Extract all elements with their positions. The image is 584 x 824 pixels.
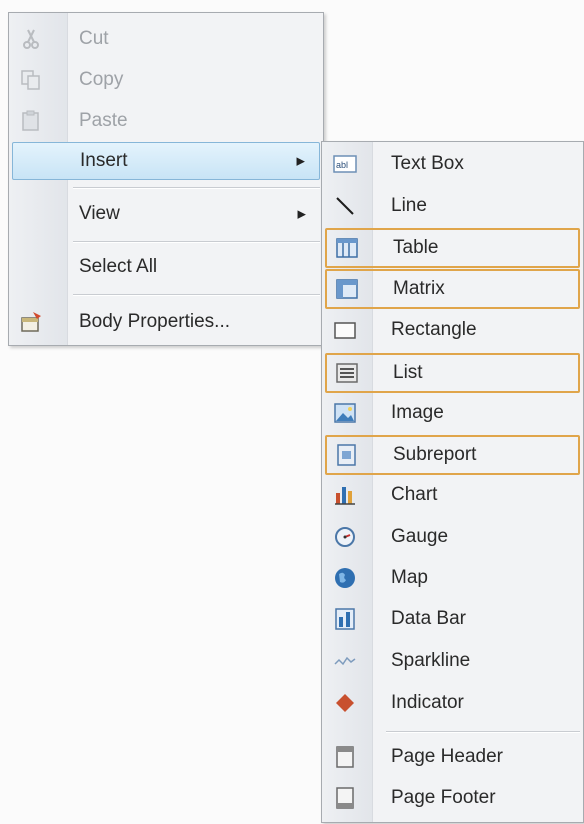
menu-item-view[interactable]: View ▶ xyxy=(12,196,320,232)
submenu-item-label: Sparkline xyxy=(391,650,471,671)
chart-icon xyxy=(335,487,355,505)
submenu-item-label: Page Header xyxy=(391,746,503,767)
submenu-item-label: Chart xyxy=(391,484,438,505)
submenu-item-label: Line xyxy=(391,195,427,216)
submenu-item-label: Indicator xyxy=(391,692,464,713)
image-icon xyxy=(334,403,356,423)
context-menu: Cut Copy Paste Insert ▶ View ▶ Select Al… xyxy=(8,12,324,346)
line-icon xyxy=(336,197,354,215)
menu-item-label: Select All xyxy=(79,256,158,277)
text-box-icon: abl xyxy=(333,155,357,173)
menu-item-paste[interactable]: Paste xyxy=(12,103,320,139)
submenu-item-label: Gauge xyxy=(391,526,449,547)
submenu-item-matrix[interactable]: Matrix xyxy=(325,269,580,309)
menu-item-label: Insert xyxy=(80,150,128,171)
menu-item-cut[interactable]: Cut xyxy=(12,21,320,57)
menu-item-insert[interactable]: Insert ▶ xyxy=(12,142,320,180)
scissors-icon xyxy=(23,29,39,49)
submenu-item-page-header[interactable]: Page Header xyxy=(325,739,580,775)
menu-item-label: Copy xyxy=(79,69,124,90)
submenu-item-label: Matrix xyxy=(393,278,445,299)
submenu-item-label: Subreport xyxy=(393,444,477,465)
submenu-item-label: Table xyxy=(393,237,439,258)
properties-icon xyxy=(21,312,41,332)
submenu-item-label: Data Bar xyxy=(391,608,466,629)
menu-item-label: Cut xyxy=(79,28,109,49)
menu-item-body-properties[interactable]: Body Properties... xyxy=(12,304,320,340)
menu-item-copy[interactable]: Copy xyxy=(12,62,320,98)
submenu-item-indicator[interactable]: Indicator xyxy=(325,685,580,721)
submenu-item-text-box[interactable]: abl Text Box xyxy=(325,146,580,182)
submenu-item-label: List xyxy=(393,362,423,383)
submenu-item-list[interactable]: List xyxy=(325,353,580,393)
menu-item-label: View xyxy=(79,203,120,224)
copy-icon xyxy=(21,70,40,90)
table-icon xyxy=(336,238,358,258)
submenu-item-sparkline[interactable]: Sparkline xyxy=(325,643,580,679)
menu-item-select-all[interactable]: Select All xyxy=(12,249,320,285)
submenu-item-image[interactable]: Image xyxy=(325,395,580,431)
submenu-item-map[interactable]: Map xyxy=(325,560,580,596)
submenu-item-label: Rectangle xyxy=(391,319,477,340)
svg-text:abl: abl xyxy=(336,160,348,170)
submenu-item-gauge[interactable]: Gauge xyxy=(325,519,580,555)
submenu-item-label: Image xyxy=(391,402,444,423)
submenu-item-label: Page Footer xyxy=(391,787,496,808)
submenu-item-table[interactable]: Table xyxy=(325,228,580,268)
menu-separator xyxy=(386,731,580,733)
map-icon xyxy=(335,568,355,588)
menu-separator xyxy=(73,241,320,243)
gauge-icon xyxy=(335,527,355,547)
subreport-icon xyxy=(337,444,356,466)
sparkline-icon xyxy=(334,656,356,666)
submenu-item-rectangle[interactable]: Rectangle xyxy=(325,312,580,348)
menu-item-label: Body Properties... xyxy=(79,311,231,332)
submenu-arrow-icon: ▶ xyxy=(296,155,305,168)
submenu-item-data-bar[interactable]: Data Bar xyxy=(325,601,580,637)
paste-icon xyxy=(22,110,39,131)
matrix-icon xyxy=(336,279,358,299)
menu-separator xyxy=(73,187,320,189)
menu-item-label: Paste xyxy=(79,110,128,131)
submenu-arrow-icon: ▶ xyxy=(297,208,306,221)
list-icon xyxy=(336,363,358,383)
submenu-item-label: Map xyxy=(391,567,428,588)
insert-submenu: abl Text Box Line Table Matrix Rectangle xyxy=(321,141,584,823)
submenu-item-page-footer[interactable]: Page Footer xyxy=(325,780,580,816)
rectangle-icon xyxy=(334,322,356,339)
indicator-icon xyxy=(336,694,354,712)
submenu-item-subreport[interactable]: Subreport xyxy=(325,435,580,475)
menu-separator xyxy=(73,294,320,296)
submenu-item-label: Text Box xyxy=(391,153,464,174)
submenu-item-chart[interactable]: Chart xyxy=(325,477,580,513)
page-header-icon xyxy=(336,746,354,768)
data-bar-icon xyxy=(335,608,355,630)
submenu-item-line[interactable]: Line xyxy=(325,188,580,224)
page-footer-icon xyxy=(336,787,354,809)
